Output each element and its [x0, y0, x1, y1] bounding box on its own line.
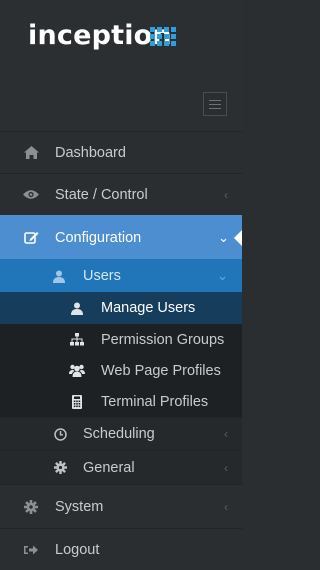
cog-icon [51, 459, 69, 477]
chevron-down-icon: ⌄ [218, 229, 229, 245]
nav-item-logout[interactable]: Logout [0, 528, 242, 570]
user-icon [50, 267, 68, 285]
nav-item-web-page-profiles[interactable]: Web Page Profiles [0, 355, 242, 386]
nav-item-system[interactable]: System ‹ [0, 484, 242, 528]
nav-item-terminal-profiles[interactable]: Terminal Profiles [0, 386, 242, 417]
clock-icon [51, 425, 69, 443]
nav-label-manage-users: Manage Users [101, 300, 196, 316]
nav-label-permission-groups: Permission Groups [101, 331, 225, 348]
nav-item-dashboard[interactable]: Dashboard [0, 131, 242, 173]
eye-icon [22, 186, 40, 204]
nav-label-web-page-profiles: Web Page Profiles [101, 362, 221, 379]
nav-item-scheduling[interactable]: Scheduling ‹ [0, 417, 242, 450]
chevron-left-icon: ‹ [224, 460, 228, 475]
home-icon [22, 144, 40, 162]
nav-label-terminal-profiles: Terminal Profiles [101, 393, 209, 410]
chevron-down-icon: ⌄ [217, 268, 228, 283]
chevron-left-icon: ‹ [224, 427, 228, 441]
nav-label-general: General [83, 459, 135, 476]
chevron-left-icon: ‹ [224, 499, 228, 514]
logo-area: inception [0, 0, 242, 130]
chevron-left-icon: ‹ [224, 187, 228, 202]
nav-item-configuration[interactable]: Configuration ⌄ [0, 215, 242, 259]
nav-item-state-control[interactable]: State / Control ‹ [0, 173, 242, 215]
users-icon [68, 362, 86, 380]
sitemap-icon [68, 331, 86, 349]
menu-toggle-button[interactable] [203, 92, 227, 116]
nav-item-users[interactable]: Users ⌄ [0, 259, 242, 292]
nav-item-manage-users[interactable]: Manage Users [0, 292, 242, 324]
active-pointer [234, 230, 242, 246]
nav-label-dashboard: Dashboard [55, 144, 126, 161]
cog-icon [22, 498, 40, 516]
nav-label-state-control: State / Control [55, 186, 148, 203]
nav-label-scheduling: Scheduling [83, 426, 155, 442]
nav-label-configuration: Configuration [55, 229, 142, 246]
nav-item-general[interactable]: General ‹ [0, 450, 242, 484]
nav-label-logout: Logout [55, 541, 100, 558]
nav-item-permission-groups[interactable]: Permission Groups [0, 324, 242, 355]
user-icon [68, 299, 86, 317]
nav-label-system: System [55, 498, 104, 515]
logo-grid-icon [150, 27, 176, 47]
sign-out-icon [22, 541, 40, 559]
nav-label-users: Users [83, 268, 121, 284]
sidebar: inception Dashboard State / Control ‹ Co… [0, 0, 242, 570]
keypad-icon [68, 393, 86, 411]
edit-icon [22, 229, 40, 247]
